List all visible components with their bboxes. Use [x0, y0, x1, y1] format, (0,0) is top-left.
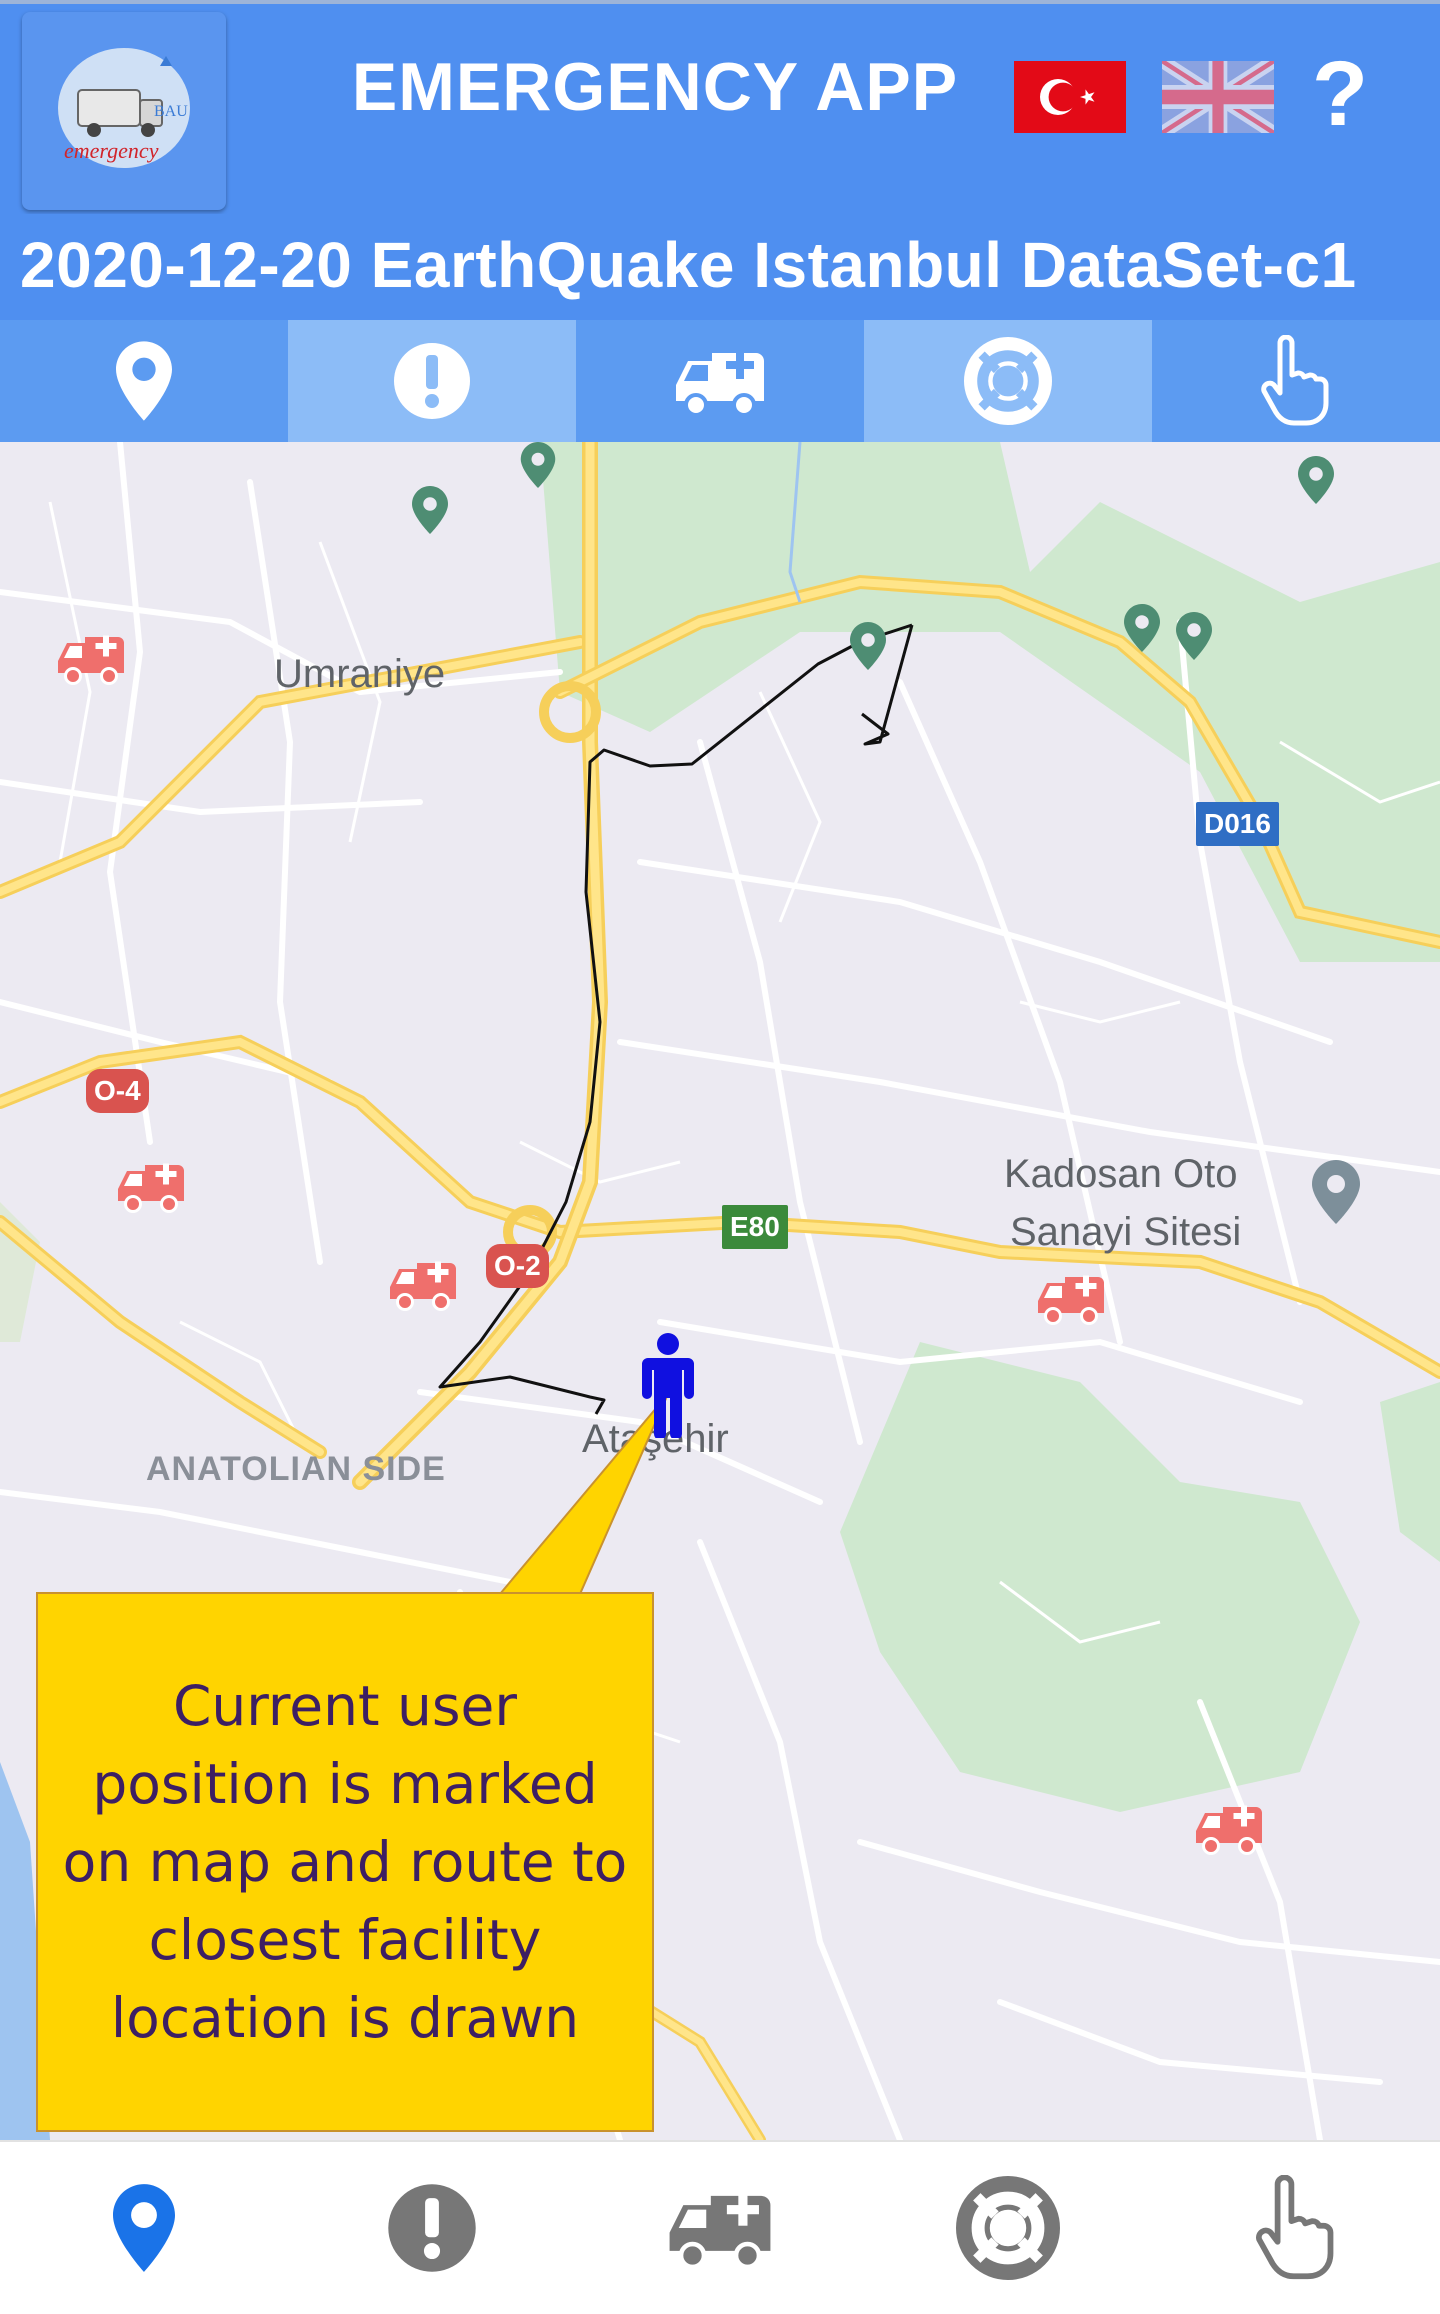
nav-ambulance[interactable]: [576, 2142, 864, 2314]
pointing-hand-icon: [1256, 2175, 1334, 2280]
map-view[interactable]: Umraniye Kadosan Oto Sanayi Sitesi Ataşe…: [0, 442, 1440, 2140]
pointing-hand-icon: [1261, 335, 1329, 426]
svg-text:BAU: BAU: [154, 103, 188, 120]
nav-select[interactable]: [1152, 2142, 1440, 2314]
uk-flag-icon[interactable]: [1159, 54, 1277, 140]
nav-map[interactable]: [0, 2142, 288, 2314]
lifebuoy-icon: [956, 2176, 1060, 2280]
emergency-logo-icon: BAU emergency: [58, 48, 190, 168]
lifebuoy-icon: [964, 337, 1052, 425]
ambulance-icon: [669, 2193, 771, 2270]
tab-select[interactable]: [1152, 320, 1440, 442]
tab-map[interactable]: [0, 320, 288, 442]
map-pin-icon: [116, 341, 172, 421]
turkish-flag-icon[interactable]: [1014, 61, 1126, 133]
bottom-navigation: [0, 2140, 1440, 2314]
user-position-marker[interactable]: [636, 1332, 700, 1438]
info-callout: Current user position is marked on map a…: [36, 1592, 654, 2132]
map-pin-icon: [113, 2184, 175, 2272]
svg-text:emergency: emergency: [64, 138, 159, 163]
nav-rescue[interactable]: [864, 2142, 1152, 2314]
dataset-title: 2020-12-20 EarthQuake Istanbul DataSet-c…: [20, 229, 1357, 301]
ambulance-icon: [676, 351, 764, 417]
tab-alerts[interactable]: [288, 320, 576, 442]
top-tabs: [0, 320, 1440, 442]
exclamation-icon: [388, 2184, 476, 2272]
app-logo[interactable]: BAU emergency: [22, 12, 226, 210]
app-header: BAU emergency EMERGENCY APP ?: [0, 0, 1440, 214]
person-icon: [642, 1333, 694, 1438]
callout-text: Current user position is marked on map a…: [62, 1674, 628, 2050]
nav-alerts[interactable]: [288, 2142, 576, 2314]
help-button[interactable]: ?: [1300, 44, 1380, 144]
dataset-bar: 2020-12-20 EarthQuake Istanbul DataSet-c…: [0, 214, 1440, 320]
app-title: EMERGENCY APP: [351, 49, 959, 125]
exclamation-icon: [394, 343, 470, 419]
tab-rescue[interactable]: [864, 320, 1152, 442]
tab-ambulance[interactable]: [576, 320, 864, 442]
